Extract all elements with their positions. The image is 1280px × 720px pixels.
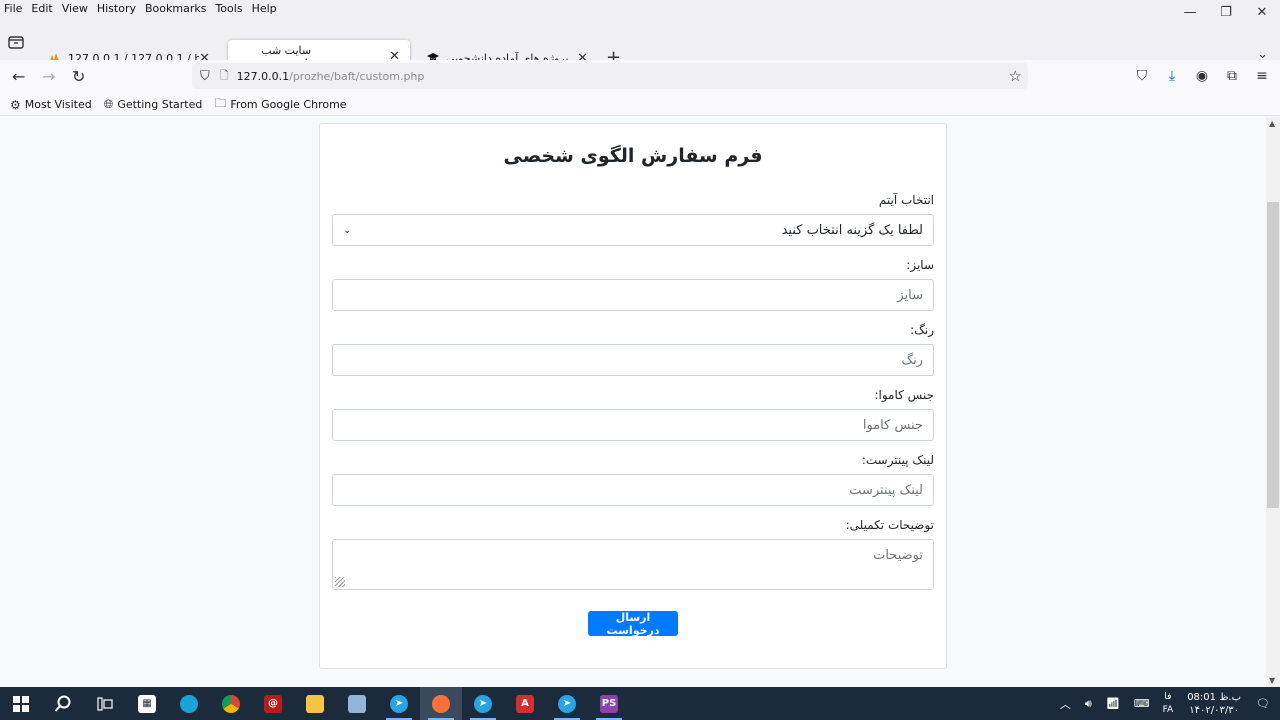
telegram-icon[interactable]: ➤: [546, 687, 588, 720]
toolbar-right: ⛉ ⤓ ◉ ⧉ ≡: [1134, 68, 1270, 84]
order-form-card: فرم سفارش الگوی شخصی انتخاب آیتم لطفا یک…: [319, 123, 947, 669]
form-title: فرم سفارش الگوی شخصی: [503, 145, 763, 167]
notes-app-icon[interactable]: [336, 687, 378, 720]
tab-list-icon[interactable]: [6, 34, 26, 50]
url-bar[interactable]: ⛉ 🗋 127.0.0.1/prozhe/baft/custom.php ☆: [192, 63, 1028, 89]
menu-help[interactable]: Help: [252, 2, 277, 15]
pocket-icon[interactable]: ⛉: [1134, 68, 1150, 84]
page-scrollbar[interactable]: ▲ ▼: [1266, 117, 1280, 687]
menu-history[interactable]: History: [97, 2, 136, 15]
clock[interactable]: 08:01 ب.ظ ۱۴۰۲/۰۳/۳۰: [1187, 691, 1241, 717]
bookmark-most-visited[interactable]: ⚙ Most Visited: [10, 98, 92, 112]
notes-label: توضیحات تکمیلی:: [845, 518, 934, 532]
file-explorer-icon[interactable]: [294, 687, 336, 720]
back-button[interactable]: ←: [12, 67, 25, 86]
telegram-icon[interactable]: ➤: [462, 687, 504, 720]
network-icon[interactable]: 📶︎: [1106, 697, 1120, 710]
item-label: انتخاب آیتم: [878, 193, 934, 207]
size-label: سایز:: [906, 258, 934, 272]
size-input[interactable]: سایز: [332, 279, 934, 311]
scroll-up-icon[interactable]: ▲: [1269, 119, 1275, 128]
resize-handle-icon[interactable]: [335, 577, 345, 587]
globe-icon: 🌐︎: [103, 97, 114, 111]
notification-icon[interactable]: 🗨︎: [1256, 697, 1270, 710]
forward-button[interactable]: →: [42, 67, 55, 86]
nav-bar: ← → ↻ ⛉ 🗋 127.0.0.1/prozhe/baft/custom.p…: [0, 60, 1280, 94]
menu-hamburger-icon[interactable]: ≡: [1254, 68, 1270, 84]
task-view-icon[interactable]: [84, 687, 126, 720]
yarn-input[interactable]: جنس کاموا: [332, 409, 934, 441]
bookmark-from-google-chrome[interactable]: 🗀 From Google Chrome: [214, 94, 346, 115]
chevron-up-icon[interactable]: ︿: [1060, 696, 1071, 712]
item-select[interactable]: لطفا یک گزینه انتخاب کنید ⌄: [332, 214, 934, 246]
page-content: فرم سفارش الگوی شخصی انتخاب آیتم لطفا یک…: [0, 117, 1266, 687]
edge-icon[interactable]: [168, 687, 210, 720]
chrome-icon[interactable]: [210, 687, 252, 720]
submit-button[interactable]: ارسال درخواست: [588, 611, 678, 637]
download-icon[interactable]: ⤓: [1164, 68, 1180, 84]
pinterest-label: لینک پینترست:: [861, 453, 934, 467]
reload-button[interactable]: ↻: [72, 67, 85, 86]
scroll-down-icon[interactable]: ▼: [1269, 676, 1275, 685]
page-info-icon[interactable]: 🗋: [220, 67, 229, 86]
bookmarks-bar: ⚙ Most Visited 🌐︎ Getting Started 🗀 From…: [0, 94, 1280, 116]
bookmark-getting-started[interactable]: 🌐︎ Getting Started: [104, 97, 203, 112]
volume-icon[interactable]: 🔊︎: [1085, 697, 1092, 711]
url-text[interactable]: 127.0.0.1/prozhe/baft/custom.php: [237, 70, 425, 83]
menu-bar: File Edit View History Bookmarks Tools H…: [0, 0, 1280, 16]
system-tray: ︿ 🔊︎ 📶︎ ⌨ فا FA 08:01 ب.ظ ۱۴۰۲/۰۳/۳۰ 🗨︎: [1053, 687, 1280, 720]
search-icon[interactable]: [42, 687, 84, 720]
acrobat-icon[interactable]: A: [504, 687, 546, 720]
chevron-down-icon: ⌄: [343, 224, 352, 236]
color-input[interactable]: رنگ: [332, 344, 934, 376]
folder-icon: 🗀: [214, 96, 227, 110]
app-red-icon[interactable]: @: [252, 687, 294, 720]
pinterest-input[interactable]: لینک پینترست: [332, 474, 934, 506]
bookmark-star-icon[interactable]: ☆: [1009, 67, 1022, 85]
gear-icon: ⚙: [10, 97, 21, 112]
firefox-icon[interactable]: [420, 687, 462, 720]
menu-edit[interactable]: Edit: [31, 2, 52, 15]
color-label: رنگ:: [910, 323, 934, 337]
account-icon[interactable]: ◉: [1194, 68, 1210, 84]
shield-icon[interactable]: ⛉: [200, 69, 210, 84]
menu-view[interactable]: View: [62, 2, 88, 15]
store-icon[interactable]: ▦: [126, 687, 168, 720]
notes-textarea[interactable]: توضیحات: [332, 539, 934, 590]
menu-tools[interactable]: Tools: [215, 2, 242, 15]
menu-file[interactable]: File: [4, 2, 22, 15]
scroll-thumb[interactable]: [1267, 202, 1279, 508]
menu-bookmarks[interactable]: Bookmarks: [145, 2, 206, 15]
windows-start-icon[interactable]: [0, 687, 42, 720]
telegram-icon[interactable]: ➤: [378, 687, 420, 720]
taskbar: ▦ @ ➤ ➤ A ➤ PS ︿ 🔊︎ 📶︎ ⌨ فا FA 08:01 ب.ظ…: [0, 687, 1280, 720]
tab-strip: 127.0.0.1 / 127.0.0.1 / baft / use ✕ سای…: [0, 16, 1280, 73]
yarn-label: جنس کاموا:: [874, 388, 934, 402]
phpstorm-icon[interactable]: PS: [588, 687, 630, 720]
language-indicator[interactable]: فا FA: [1163, 691, 1174, 717]
keyboard-icon[interactable]: ⌨: [1134, 697, 1150, 710]
extensions-icon[interactable]: ⧉: [1224, 68, 1240, 84]
